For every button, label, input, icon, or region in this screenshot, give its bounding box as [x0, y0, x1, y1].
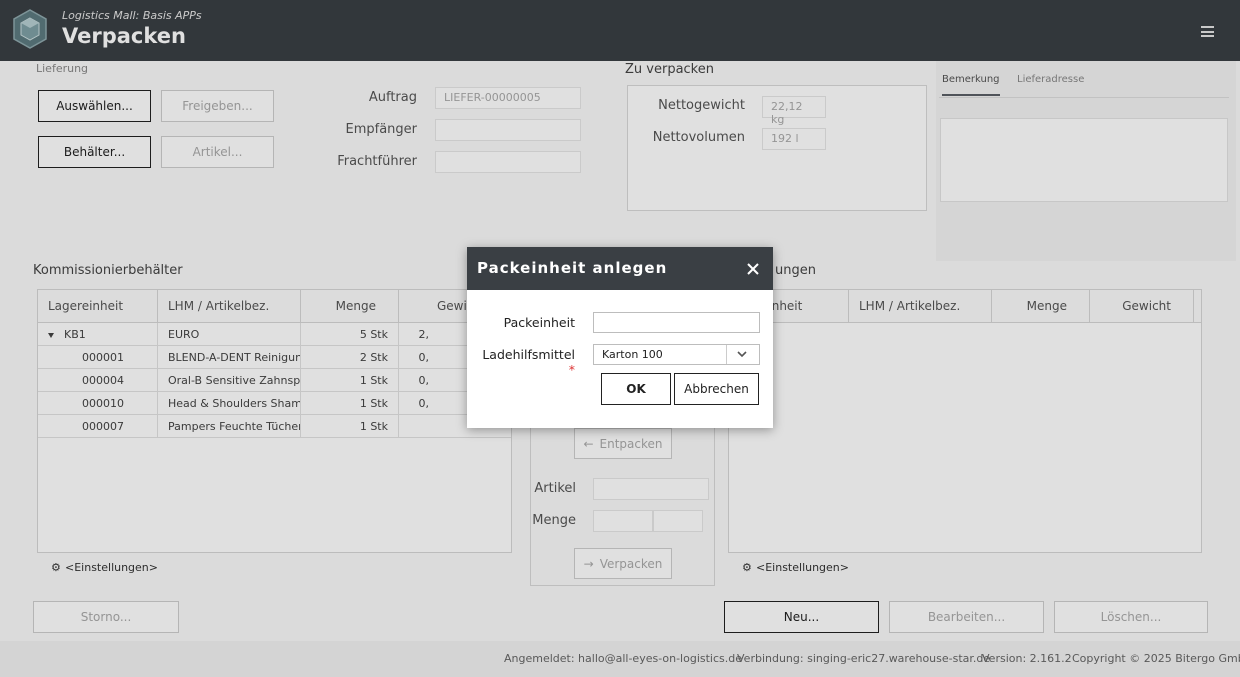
select-divider: [726, 345, 727, 364]
chevron-down-icon: [737, 351, 747, 358]
ladehilfsmittel-label-text: Ladehilfsmittel: [482, 347, 575, 362]
packeinheit-anlegen-dialog: Packeinheit anlegen Packeinheit Ladehilf…: [467, 247, 773, 428]
close-icon[interactable]: [747, 263, 759, 275]
dialog-title: Packeinheit anlegen: [477, 259, 668, 277]
ladehilfsmittel-select[interactable]: Karton 100: [593, 344, 760, 365]
abbrechen-button[interactable]: Abbrechen: [674, 373, 759, 405]
required-marker: *: [568, 362, 575, 377]
ladehilfsmittel-label: Ladehilfsmittel *: [477, 347, 575, 377]
packeinheit-input[interactable]: [593, 312, 760, 333]
select-value: Karton 100: [602, 348, 663, 361]
dialog-header: Packeinheit anlegen: [467, 247, 773, 290]
ok-button[interactable]: OK: [601, 373, 671, 405]
packeinheit-label: Packeinheit: [503, 315, 575, 330]
